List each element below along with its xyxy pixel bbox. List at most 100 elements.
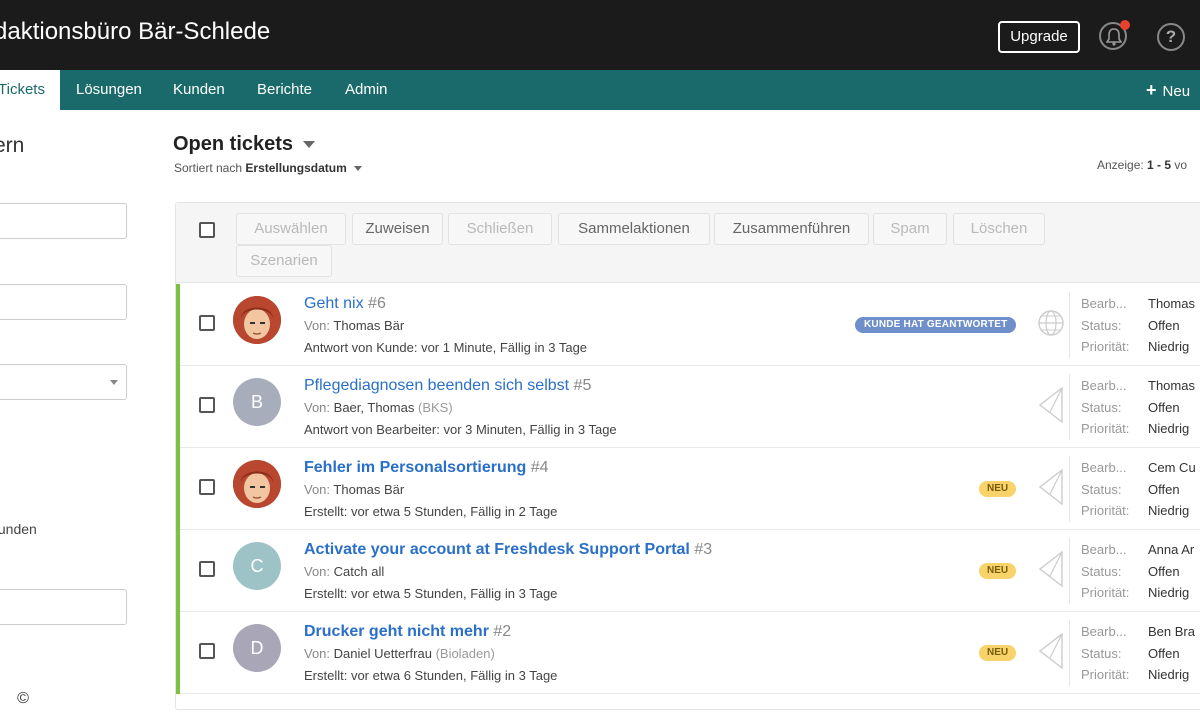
ticket-meta: Erstellt: vor etwa 6 Stunden, Fällig in …	[304, 668, 558, 683]
nav-tab-loesungen[interactable]: Lösungen	[76, 70, 142, 110]
requester-name[interactable]: Catch all	[334, 564, 385, 579]
ticket-checkbox[interactable]	[199, 479, 215, 495]
sort-selector[interactable]: Sortiert nach Erstellungsdatum	[174, 161, 362, 175]
ticket-row[interactable]: Fehler im Personalsortierung #4 Von: Tho…	[176, 448, 1200, 530]
bulk-actions-toolbar: Auswählen Zuweisen Schließen Sammelaktio…	[176, 203, 1200, 283]
priority-label: Priorität:	[1081, 503, 1130, 518]
filter-field-1[interactable]	[0, 203, 127, 239]
priority-value[interactable]: Niedrig	[1148, 418, 1195, 440]
help-icon[interactable]: ?	[1157, 23, 1185, 51]
status-value[interactable]: Offen	[1148, 397, 1195, 419]
status-accent-bar	[176, 284, 180, 366]
priority-label: Priorität:	[1081, 421, 1130, 436]
nav-tab-kunden[interactable]: Kunden	[173, 70, 225, 110]
ticket-row[interactable]: B Pflegediagnosen beenden sich selbst #5…	[176, 366, 1200, 448]
portal-icon	[1038, 632, 1063, 670]
requester-name[interactable]: Daniel Uetterfrau	[334, 646, 432, 661]
status-value[interactable]: Offen	[1148, 643, 1195, 665]
agent-label: Bearb...	[1081, 460, 1127, 475]
ticket-row[interactable]: Geht nix #6 Von: Thomas Bär Antwort von …	[176, 284, 1200, 366]
status-badge: KUNDE HAT GEANTWORTET	[855, 317, 1017, 333]
agent-value[interactable]: Thomas	[1148, 375, 1195, 397]
filter-select[interactable]	[0, 364, 127, 400]
divider	[1069, 292, 1070, 358]
bulk-actions-button[interactable]: Sammelaktionen	[558, 213, 710, 245]
avatar	[233, 296, 281, 344]
ticket-property-values: Cem Cu Offen Niedrig	[1148, 457, 1196, 522]
priority-value[interactable]: Niedrig	[1148, 336, 1195, 358]
avatar: D	[233, 624, 281, 672]
status-label: Status:	[1081, 563, 1122, 579]
scenarios-button[interactable]: Szenarien	[236, 245, 332, 277]
priority-value[interactable]: Niedrig	[1148, 500, 1196, 522]
ticket-row[interactable]: C Activate your account at Freshdesk Sup…	[176, 530, 1200, 612]
new-label: Neu	[1162, 83, 1191, 100]
from-label: Von:	[304, 400, 331, 415]
display-suffix: vo	[1174, 158, 1188, 172]
ticket-number: #3	[694, 541, 713, 558]
divider	[1069, 538, 1070, 604]
assign-button[interactable]: Zuweisen	[352, 213, 443, 245]
ticket-number: #4	[530, 459, 549, 476]
status-accent-bar	[176, 612, 180, 694]
priority-value[interactable]: Niedrig	[1148, 664, 1195, 686]
select-all-checkbox[interactable]	[199, 222, 215, 238]
portal-icon	[1038, 468, 1063, 506]
ticket-title-link[interactable]: Activate your account at Freshdesk Suppo…	[304, 541, 712, 559]
priority-label: Priorität:	[1081, 585, 1130, 600]
display-prefix: Anzeige:	[1097, 158, 1144, 172]
ticket-checkbox[interactable]	[199, 643, 215, 659]
ticket-title: Geht nix	[304, 295, 364, 312]
agent-value[interactable]: Thomas	[1148, 293, 1195, 315]
copyright-icon: ©	[17, 690, 29, 707]
ticket-title-link[interactable]: Pflegediagnosen beenden sich selbst #5	[304, 377, 591, 395]
new-badge: NEU	[979, 481, 1017, 497]
ticket-title: Drucker geht nicht mehr	[304, 623, 489, 640]
status-label: Status:	[1081, 399, 1122, 415]
view-title[interactable]: Open tickets	[173, 133, 316, 156]
ticket-property-values: Ben Bra Offen Niedrig	[1148, 621, 1195, 686]
ticket-title-link[interactable]: Geht nix #6	[304, 295, 386, 313]
ticket-property-values: Thomas Offen Niedrig	[1148, 375, 1195, 440]
divider	[1069, 374, 1070, 440]
upgrade-button[interactable]: Upgrade	[998, 21, 1080, 53]
requester-name[interactable]: Thomas Bär	[333, 318, 404, 333]
delete-button[interactable]: Löschen	[953, 213, 1045, 245]
ticket-checkbox[interactable]	[199, 315, 215, 331]
ticket-number: #2	[493, 623, 512, 640]
filter-field-3[interactable]	[0, 589, 127, 625]
priority-label: Priorität:	[1081, 667, 1130, 682]
status-value[interactable]: Offen	[1148, 315, 1195, 337]
ticket-checkbox[interactable]	[199, 397, 215, 413]
filter-field-2[interactable]	[0, 284, 127, 320]
ticket-property-labels: Bearb... Status: Priorität:	[1081, 621, 1129, 686]
pagination-info: Anzeige: 1 - 5 vo	[1097, 158, 1187, 172]
requester-name[interactable]: Baer, Thomas	[334, 400, 415, 415]
spam-button[interactable]: Spam	[873, 213, 947, 245]
nav-tab-tickets[interactable]: Tickets	[0, 70, 60, 110]
agent-value[interactable]: Cem Cu	[1148, 457, 1196, 479]
select-button[interactable]: Auswählen	[236, 213, 346, 245]
ticket-property-labels: Bearb... Status: Priorität:	[1081, 539, 1129, 604]
nav-tab-admin[interactable]: Admin	[345, 70, 388, 110]
ticket-row[interactable]: D Drucker geht nicht mehr #2 Von: Daniel…	[176, 612, 1200, 694]
priority-value[interactable]: Niedrig	[1148, 582, 1194, 604]
nav-tab-berichte[interactable]: Berichte	[257, 70, 312, 110]
requester-company: (BKS)	[417, 400, 453, 415]
merge-button[interactable]: Zusammenführen	[714, 213, 869, 245]
ticket-checkbox[interactable]	[199, 561, 215, 577]
status-value[interactable]: Offen	[1148, 479, 1196, 501]
ticket-title-link[interactable]: Fehler im Personalsortierung #4	[304, 459, 549, 477]
caret-down-icon	[353, 166, 362, 172]
ticket-requester: Von: Catch all	[304, 564, 384, 579]
status-value[interactable]: Offen	[1148, 561, 1194, 583]
new-button[interactable]: + Neu	[1146, 70, 1190, 110]
agent-value[interactable]: Anna Ar	[1148, 539, 1194, 561]
requester-name[interactable]: Thomas Bär	[333, 482, 404, 497]
status-accent-bar	[176, 530, 180, 612]
agent-value[interactable]: Ben Bra	[1148, 621, 1195, 643]
caret-down-icon	[303, 141, 316, 149]
sidebar-text: tunden	[0, 521, 37, 537]
ticket-title-link[interactable]: Drucker geht nicht mehr #2	[304, 623, 511, 641]
close-button[interactable]: Schließen	[448, 213, 552, 245]
